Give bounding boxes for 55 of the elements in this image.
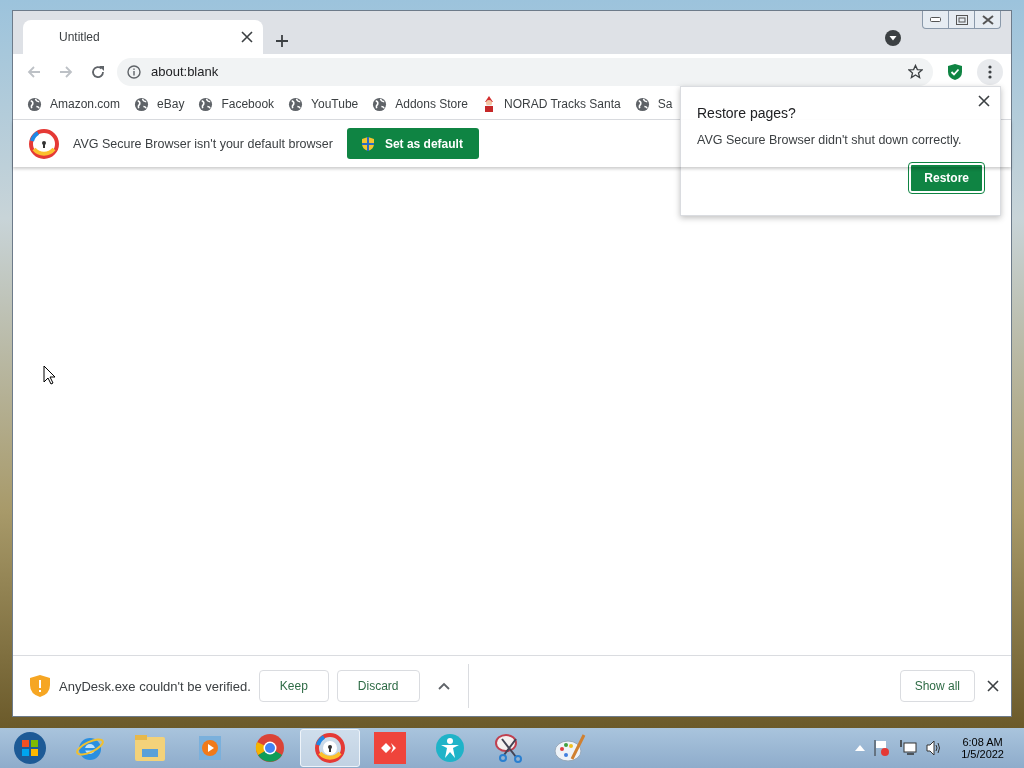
dialog-message: AVG Secure Browser didn't shut down correctly. <box>697 133 963 147</box>
avg-browser-icon[interactable] <box>29 128 59 159</box>
close-icon[interactable] <box>987 680 999 692</box>
bookmark-link[interactable]: Facebook <box>221 97 275 111</box>
bookmark-link[interactable]: NORAD Tracks Santa <box>503 97 621 111</box>
paint-palette-icon[interactable] <box>554 733 586 763</box>
warning-shield-icon <box>29 674 51 698</box>
bookmark-link[interactable]: Addons Store <box>395 97 468 111</box>
person-icon[interactable] <box>435 733 465 763</box>
menu-button[interactable] <box>977 58 1003 85</box>
avg-browser-icon[interactable] <box>315 733 345 763</box>
star-icon[interactable] <box>908 64 923 79</box>
plus-icon[interactable] <box>275 34 289 48</box>
dialog-title: Restore pages? <box>697 105 797 121</box>
bookmark-link[interactable]: Sa <box>657 97 673 111</box>
set-default-button[interactable]: Set as default <box>346 128 479 159</box>
anydesk-icon[interactable] <box>374 732 406 764</box>
globe-icon <box>134 96 150 112</box>
clock[interactable]: 6:08 AM 1/5/2022 <box>961 736 1004 760</box>
download-warning: AnyDesk.exe couldn't be verified. <box>59 678 251 694</box>
forward-arrow-icon <box>58 63 74 80</box>
maximize-icon <box>955 14 968 25</box>
media-player-icon[interactable] <box>197 734 223 762</box>
browser-tab[interactable]: Untitled <box>23 20 263 54</box>
infobar-message: AVG Secure Browser isn't your default browser <box>73 136 333 151</box>
start-orb-icon[interactable] <box>13 731 47 765</box>
minimize-icon <box>930 16 941 23</box>
bookmark-link[interactable]: YouTube <box>311 97 359 111</box>
globe-icon <box>372 96 388 112</box>
info-icon[interactable] <box>127 64 141 79</box>
download-action-button[interactable]: Discard <box>336 670 420 702</box>
download-action-button[interactable]: Keep <box>258 670 329 702</box>
show-all-button[interactable]: Show all <box>899 670 975 702</box>
menu-icon <box>988 64 992 79</box>
taskbar-button[interactable] <box>300 729 360 767</box>
bookmark-link[interactable]: eBay <box>157 97 185 111</box>
shield-check-icon[interactable] <box>947 62 963 81</box>
network-icon[interactable] <box>899 739 918 757</box>
mouse-pointer-icon <box>43 365 57 385</box>
globe-icon <box>288 96 304 112</box>
address-bar[interactable]: about:blank <box>117 57 933 86</box>
close-icon[interactable] <box>978 95 990 107</box>
reload-icon <box>90 63 106 80</box>
globe-icon <box>198 96 214 112</box>
flag-icon[interactable] <box>873 739 892 757</box>
back-arrow-icon <box>26 63 42 80</box>
shield-icon <box>360 135 375 152</box>
bookmark-link[interactable]: Amazon.com <box>50 97 121 111</box>
close-icon <box>981 14 994 25</box>
chrome-icon[interactable] <box>255 733 285 763</box>
close-icon[interactable] <box>241 31 253 43</box>
restore-button[interactable]: Restore <box>909 163 984 193</box>
globe-icon <box>27 96 42 112</box>
chevron-up-icon[interactable] <box>437 682 450 690</box>
globe-icon <box>634 96 650 112</box>
